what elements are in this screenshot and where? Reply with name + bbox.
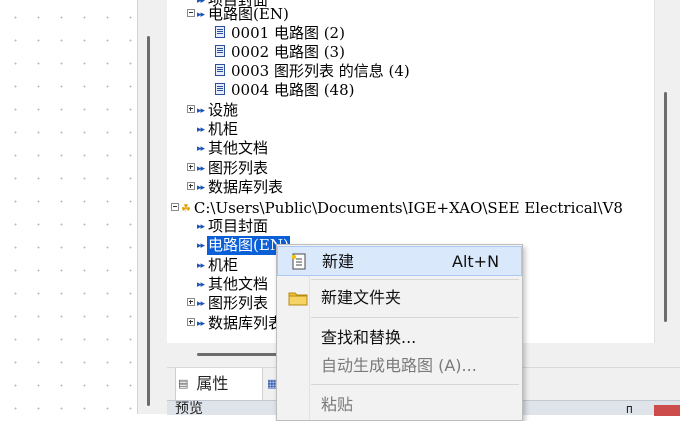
doc-double-arrow-icon: ▸▸ xyxy=(197,319,205,329)
properties-icon: ▤ xyxy=(178,377,189,390)
tree-item-label: 其他文档 xyxy=(208,139,269,157)
tree-item[interactable]: ▸▸ 其他文档 xyxy=(197,139,269,158)
doc-double-arrow-icon: ▸▸ xyxy=(197,164,205,174)
tree-item[interactable]: ▸▸ 数据库列表 xyxy=(187,178,284,197)
tree-item-label: 设施 xyxy=(208,101,239,119)
context-menu: 新建 Alt+N 新建文件夹 查找和替换... 自动生成电路图 (A)... 粘… xyxy=(276,244,523,421)
tree-item[interactable]: ▸▸ 图形列表 xyxy=(187,159,269,178)
tree-item[interactable]: 0002 电路图 (3) xyxy=(215,43,346,62)
tree-item-label: 0001 电路图 (2) xyxy=(231,24,345,42)
tab-properties-label: 属性 xyxy=(196,374,229,393)
tree-item[interactable]: 0004 电路图 (48) xyxy=(215,81,356,100)
doc-double-arrow-icon: ▸▸ xyxy=(197,125,205,135)
doc-double-arrow-icon: ▸▸ xyxy=(197,280,205,290)
tree-item-label: 数据库列表 xyxy=(208,314,284,332)
tree-item[interactable]: ▸▸ 机柜 xyxy=(197,256,239,275)
expand-icon[interactable] xyxy=(187,163,195,171)
menu-item-auto-generate-label: 自动生成电路图 (A)... xyxy=(321,356,477,375)
tree-item[interactable]: ▸▸ 机柜 xyxy=(197,120,239,139)
tree-item-label: 0004 电路图 (48) xyxy=(231,81,355,99)
tree-item-label: 项目封面 xyxy=(208,217,269,235)
tree-item[interactable]: 0001 电路图 (2) xyxy=(215,24,346,43)
menu-item-paste-label: 粘贴 xyxy=(321,395,354,414)
collapse-icon[interactable] xyxy=(171,203,179,211)
project-database-icon: ☘ xyxy=(181,202,191,215)
folder-icon xyxy=(288,292,308,306)
menu-item-paste: 粘贴 xyxy=(277,390,522,420)
tree-item-label: 机柜 xyxy=(208,256,239,274)
menu-item-new-folder[interactable]: 新建文件夹 xyxy=(277,283,522,313)
menu-item-auto-generate: 自动生成电路图 (A)... xyxy=(277,351,522,381)
tree-item-label: 其他文档 xyxy=(208,275,269,293)
tree-item[interactable]: ▸▸ 项目封面 xyxy=(197,217,269,236)
canvas-vertical-scrollbar[interactable] xyxy=(147,36,150,406)
tree-item[interactable]: ▸▸ 图形列表 xyxy=(187,294,269,313)
tree-item[interactable]: 0003 图形列表 的信息 (4) xyxy=(215,62,411,81)
tree-item-label: 电路图(EN) xyxy=(208,5,289,23)
menu-item-find-replace[interactable]: 查找和替换... xyxy=(277,323,522,353)
tree-item-label: 0002 电路图 (3) xyxy=(231,43,345,61)
doc-double-arrow-icon: ▸▸ xyxy=(197,144,205,154)
tree-item-label: 0003 图形列表 的信息 (4) xyxy=(231,62,410,80)
doc-double-arrow-icon: ▸▸ xyxy=(197,106,205,116)
doc-double-arrow-icon: ▸▸ xyxy=(197,222,205,232)
tree-item-label: 图形列表 xyxy=(208,294,269,312)
drawing-canvas[interactable] xyxy=(0,0,137,414)
page-icon xyxy=(215,45,225,57)
menu-separator xyxy=(311,317,519,318)
menu-item-new-label: 新建 xyxy=(322,252,355,271)
page-icon xyxy=(215,26,225,38)
doc-double-arrow-icon: ▸▸ xyxy=(197,241,205,251)
tree-item[interactable]: ▸▸ 设施 xyxy=(187,101,239,120)
tree-item-label: 机柜 xyxy=(208,120,239,138)
doc-double-arrow-icon: ▸▸ xyxy=(197,261,205,271)
menu-item-new-shortcut: Alt+N xyxy=(452,252,500,271)
tree-item[interactable]: ▸▸ 数据库列表 xyxy=(187,314,284,333)
tree-item[interactable]: ☘ C:\Users\Public\Documents\IGE+XAO\SEE E… xyxy=(171,199,624,218)
tab-properties[interactable]: ▤ 属性 xyxy=(175,368,263,401)
collapse-icon[interactable] xyxy=(187,9,195,17)
tree-vertical-scrollbar[interactable] xyxy=(664,92,667,322)
doc-double-arrow-icon: ▸▸ xyxy=(197,183,205,193)
new-document-icon xyxy=(291,253,306,270)
tree-item[interactable]: ▸▸ 其他文档 xyxy=(197,275,269,294)
tree-item-label: C:\Users\Public\Documents\IGE+XAO\SEE El… xyxy=(193,199,623,217)
page-icon xyxy=(215,64,225,76)
menu-separator xyxy=(311,384,519,385)
menu-item-find-replace-label: 查找和替换... xyxy=(321,328,417,347)
menu-item-new-folder-label: 新建文件夹 xyxy=(321,288,402,307)
close-button[interactable] xyxy=(654,405,680,416)
menu-item-new[interactable]: 新建 Alt+N xyxy=(277,246,522,276)
tree-item[interactable]: ▸▸ 电路图(EN) xyxy=(187,5,290,24)
panel-splitter[interactable] xyxy=(137,0,168,414)
expand-icon[interactable] xyxy=(187,318,195,326)
doc-double-arrow-icon: ▸▸ xyxy=(197,10,205,20)
tree-item-label: 数据库列表 xyxy=(208,178,284,196)
expand-icon[interactable] xyxy=(187,298,195,306)
preview-label: 预览 xyxy=(175,401,203,417)
menu-separator xyxy=(311,279,519,280)
page-icon xyxy=(215,83,225,95)
tree-item-label: 图形列表 xyxy=(208,159,269,177)
expand-icon[interactable] xyxy=(187,105,195,113)
doc-double-arrow-icon: ▸▸ xyxy=(197,299,205,309)
expand-icon[interactable] xyxy=(187,182,195,190)
